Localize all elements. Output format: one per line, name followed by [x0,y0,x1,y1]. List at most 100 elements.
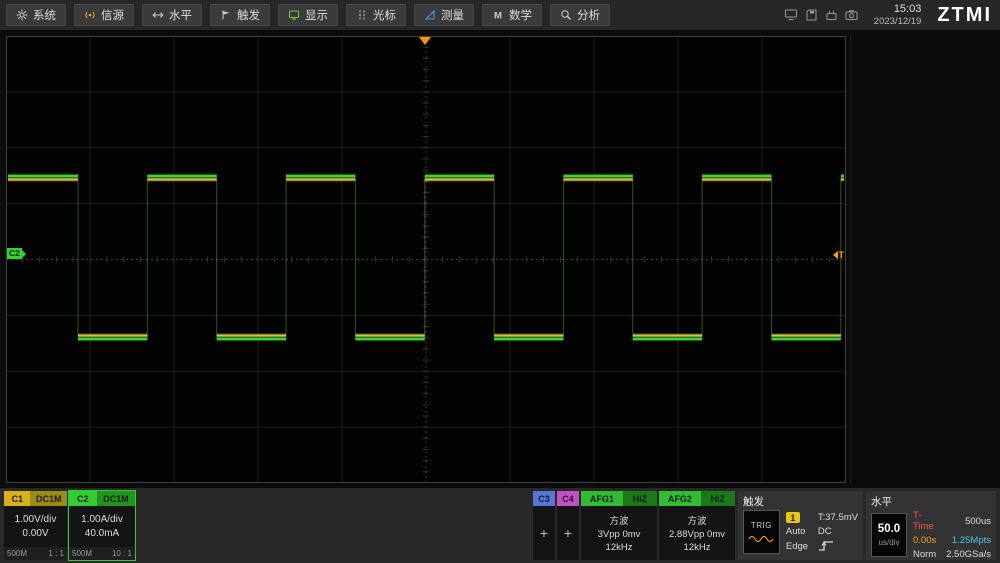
menu-label-display: 显示 [305,10,328,22]
c2-coupling: DC1M [96,491,135,506]
trigger-flag-icon [222,10,230,20]
channel-c4-panel[interactable]: C4 + [557,491,579,560]
waveform-display[interactable]: C2 T [6,36,846,483]
trigger-position-marker[interactable] [419,37,431,45]
math-icon: M [494,10,502,21]
menu-label-source: 信源 [101,10,124,22]
graticule-grid [6,36,846,483]
afg1-frequency: 12kHz [605,542,633,553]
afg2-frequency: 12kHz [683,542,711,553]
graticule-and-traces [6,36,846,483]
afg2-header: AFG2 HiZ [659,491,735,506]
channel-c3-panel[interactable]: C3 + [533,491,555,560]
trigger-level-label: T [838,250,845,260]
menu-label-horizontal: 水平 [169,10,192,22]
c2-label: C2 [69,491,97,506]
afg1-amplitude: 3Vpp [597,529,620,540]
afg2-panel[interactable]: AFG2 HiZ 方波 2.88Vpp 0mv 12kHz [659,491,735,560]
afg1-waveform-type: 方波 [609,516,629,527]
c1-offset: 0.00V [22,528,49,539]
trigger-waveform-icon [748,535,774,543]
afg1-header: AFG1 HiZ [581,491,657,506]
timebase-scale-unit: us/div [878,538,900,547]
menu-button-source[interactable]: 信源 [74,4,134,26]
sample-rate: 2.50GSa/s [946,549,991,560]
toolbar-menu-group: 系统 信源 水平 触发 显示 光标 测量 M 数学 分析 [6,4,610,26]
channel-c1-panel[interactable]: C1 DC1M 1.00V/div 0.00V 500M 1 : 1 [4,491,67,560]
c1-scale: 1.00V/div [14,514,57,525]
c1-probe-ratio: 1 : 1 [48,549,64,558]
timebase-scale-box[interactable]: 50.0 us/div [871,513,907,557]
horizontal-panel-title: 水平 [871,496,892,508]
trigger-source-box[interactable]: TRIG [743,510,780,554]
trigger-level-value: T:37.5mV [817,512,858,523]
channel-c2-panel[interactable]: C2 DC1M 1.00A/div 40.0mA 500M 10 : 1 [68,490,136,561]
menu-label-trigger: 触发 [237,10,260,22]
monitor-icon [784,9,797,20]
camera-icon [845,10,858,20]
horizontal-delay: 0.00s [913,535,937,546]
horizontal-settings: T-Time 500us 0.00s 1.25Mpts Norm 2.50GSa… [913,510,991,560]
trigger-channel-badge[interactable]: 1 [785,512,800,523]
gear-icon [16,9,28,21]
menu-button-display[interactable]: 显示 [278,4,338,26]
c3-label: C3 [533,491,555,506]
acquisition-mode[interactable]: Norm [913,549,942,560]
c2-body: 1.00A/div 40.0mA [69,506,135,547]
top-toolbar: 系统 信源 水平 触发 显示 光标 测量 M 数学 分析 15:03 2023/… [0,0,1000,30]
afg2-label: AFG2 [659,491,701,506]
c4-add-button[interactable]: + [557,506,579,560]
trigger-sweep-mode[interactable]: Auto [786,526,818,537]
c2-header: C2 DC1M [69,491,135,506]
trigger-level-arrow-icon [832,251,838,259]
status-icon-group [784,9,858,21]
toolbar-status-area: 15:03 2023/12/19 ZTMI [784,0,992,30]
c1-footer: 500M 1 : 1 [4,547,67,560]
afg2-amplitude-offset: 2.88Vpp 0mv [669,529,725,540]
timebase-scale-value: 50.0 [877,523,901,535]
menu-button-system[interactable]: 系统 [6,4,66,26]
afg2-amplitude: 2.88Vpp [669,529,705,540]
c1-body: 1.00V/div 0.00V [4,506,67,547]
menu-label-cursor: 光标 [373,10,396,22]
trigger-settings: 1 T:37.5mV Auto DC Edge [785,512,858,552]
trigger-coupling[interactable]: DC [818,526,858,537]
menu-label-measure: 测量 [441,10,464,22]
horizontal-panel[interactable]: 水平 50.0 us/div T-Time 500us 0.00s 1.25Mp… [866,491,996,560]
c3-add-button[interactable]: + [533,506,555,560]
c1-header: C1 DC1M [4,491,67,506]
afg2-offset: 0mv [707,529,725,540]
trigger-type[interactable]: Edge [786,541,818,552]
c2-scale: 1.00A/div [81,514,123,525]
source-icon [85,11,95,19]
channel-c2-ground-marker[interactable]: C2 [7,248,26,260]
brand-logo: ZTMI [937,3,992,26]
oscilloscope-screen: 系统 信源 水平 触发 显示 光标 测量 M 数学 分析 15:03 2023/… [0,0,1000,563]
c1-coupling: DC1M [30,491,67,506]
time-display: 15:03 [893,2,922,15]
clock: 15:03 2023/12/19 [874,3,922,28]
measure-icon [424,9,435,20]
c2-offset: 40.0mA [84,528,120,539]
menu-button-horizontal[interactable]: 水平 [142,4,202,26]
c1-bandwidth: 500M [7,549,28,558]
magnifier-icon [561,10,572,21]
date-display: 2023/12/19 [873,15,922,27]
menu-button-measure[interactable]: 测量 [414,4,474,26]
memory-depth: 1.25Mpts [951,535,991,546]
menu-button-analysis[interactable]: 分析 [550,4,610,26]
afg1-label: AFG1 [581,491,623,506]
trigger-panel[interactable]: 触发 TRIG 1 T:37.5mV Auto DC Edge [738,491,863,560]
menu-button-cursor[interactable]: 光标 [346,4,406,26]
menu-label-math: 数学 [509,10,532,22]
t-time-value: 500us [965,515,991,527]
menu-button-trigger[interactable]: 触发 [210,4,270,26]
menu-button-math[interactable]: M 数学 [482,4,542,26]
cursor-icon [359,10,365,20]
afg1-amplitude-offset: 3Vpp 0mv [598,529,641,540]
trigger-level-marker[interactable]: T [832,250,845,260]
rising-edge-icon [818,541,833,551]
c1-label: C1 [4,491,31,506]
afg1-panel[interactable]: AFG1 HiZ 方波 3Vpp 0mv 12kHz [581,491,657,560]
afg2-body: 方波 2.88Vpp 0mv 12kHz [659,506,735,560]
